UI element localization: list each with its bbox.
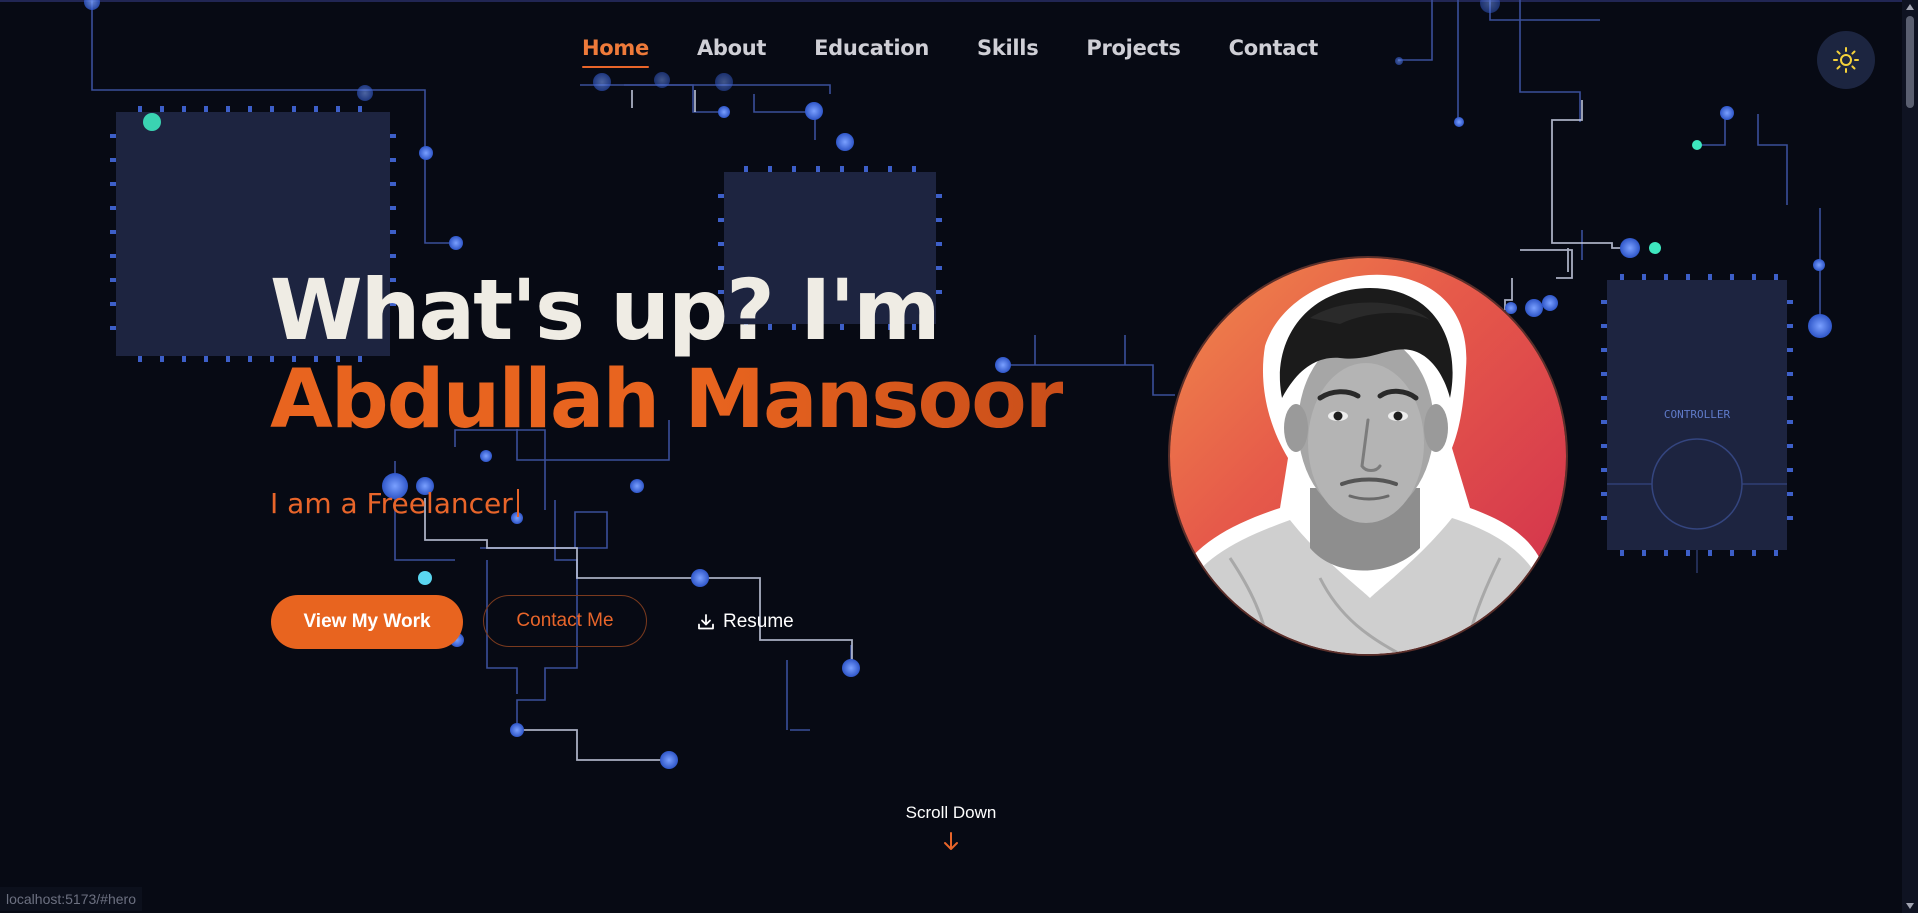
download-icon xyxy=(698,614,714,630)
hero-greeting: What's up? I'm xyxy=(270,261,941,359)
chip-controller: CONTROLLER xyxy=(1601,274,1793,573)
theme-toggle-button[interactable] xyxy=(1817,31,1875,89)
page-scrollbar[interactable] xyxy=(1902,0,1918,913)
hero-name: Abdullah Mansoor xyxy=(270,353,1065,447)
nav-education[interactable]: Education xyxy=(814,36,929,60)
chip-label: CONTROLLER xyxy=(1664,408,1731,421)
tagline-text: I am a Freelancer xyxy=(270,487,513,520)
scroll-down-arrow-icon[interactable] xyxy=(1906,903,1914,909)
scroll-up-arrow-icon[interactable] xyxy=(1906,4,1914,10)
nav-about[interactable]: About xyxy=(697,36,767,60)
nav-home[interactable]: Home xyxy=(582,36,649,68)
resume-download-button[interactable]: Resume xyxy=(697,607,794,637)
browser-status-url: localhost:5173/#hero xyxy=(0,887,142,911)
circuit-background: CONTROLLER xyxy=(0,0,1902,769)
sun-icon xyxy=(1833,47,1859,73)
scroll-down-hint[interactable]: Scroll Down xyxy=(898,803,1004,858)
nav-skills[interactable]: Skills xyxy=(977,36,1039,60)
portrait-illustration xyxy=(1170,274,1550,654)
hero-tagline: I am a Freelancer xyxy=(270,487,519,520)
typing-cursor xyxy=(516,489,519,517)
contact-me-button[interactable]: Contact Me xyxy=(483,595,647,647)
profile-photo xyxy=(1170,258,1566,654)
scroll-down-label: Scroll Down xyxy=(905,803,997,822)
view-work-button[interactable]: View My Work xyxy=(271,595,463,649)
scrollbar-thumb[interactable] xyxy=(1906,16,1914,108)
nav-projects[interactable]: Projects xyxy=(1086,36,1181,60)
hero-heading: What's up? I'm Abdullah Mansoor xyxy=(270,261,1065,448)
arrow-down-icon xyxy=(944,832,958,850)
nav-contact[interactable]: Contact xyxy=(1229,36,1319,60)
resume-label: Resume xyxy=(723,611,794,632)
main-nav: Home About Education Skills Projects Con… xyxy=(0,36,1900,68)
